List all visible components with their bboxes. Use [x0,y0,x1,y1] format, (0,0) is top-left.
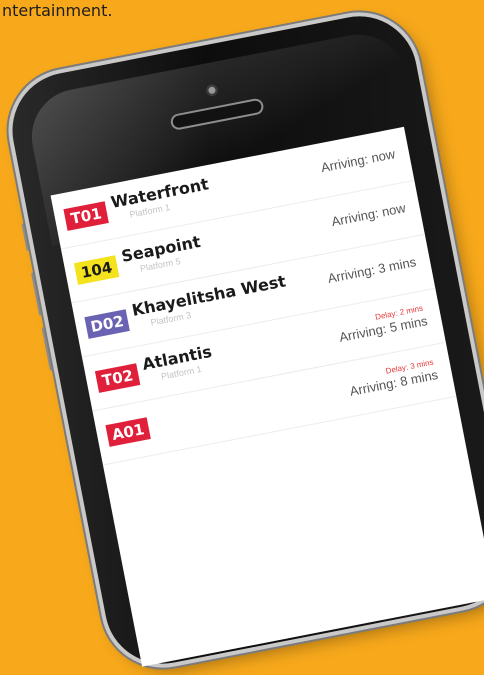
phone-mockup: T01 Waterfront Platform 1 Arriving: now … [2,6,484,674]
arrival-time: Arriving: now [330,200,407,230]
route-badge: T01 [63,201,109,231]
arrival-time: Arriving: 3 mins [326,254,418,286]
route-badge: D02 [84,309,130,339]
arrival-time: Arriving: now [319,146,397,176]
route-badge: 104 [73,255,120,285]
background-caption: ntertainment. [2,1,113,20]
route-badge: A01 [105,417,151,447]
route-badge: T02 [94,363,141,393]
